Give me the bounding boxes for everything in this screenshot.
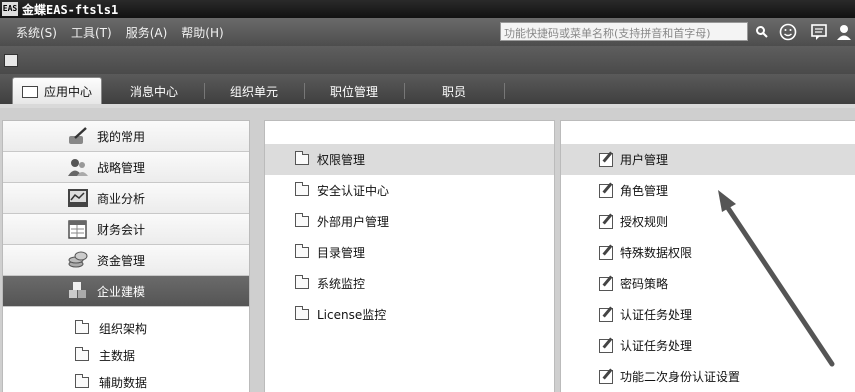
title-bar: EAS 金蝶EAS-ftsls1	[0, 0, 855, 18]
tab-divider	[204, 83, 205, 99]
toolbar	[0, 46, 855, 74]
list-icon	[21, 85, 38, 98]
message-icon[interactable]	[809, 22, 829, 42]
search-input[interactable]: 功能快捷码或菜单名称(支持拼音和首字母)	[500, 22, 748, 41]
user-service-icon[interactable]	[834, 22, 854, 42]
tab-label: 职位管理	[329, 84, 378, 99]
menu-tools[interactable]: 工具(T)	[71, 24, 112, 41]
tab-divider	[304, 83, 305, 99]
tab-app-center[interactable]: 应用中心	[12, 77, 102, 105]
tab-message-center[interactable]: 消息中心	[106, 78, 202, 104]
tab-divider	[504, 83, 505, 99]
tab-position-management[interactable]: 职位管理	[306, 78, 402, 104]
content-area: 我的常用 战略管理 商业分析 财务会计 资金管理 企业建模 组织架构 主数据 辅…	[0, 108, 855, 392]
window-title: 金蝶EAS-ftsls1	[22, 2, 119, 17]
search-icon[interactable]	[752, 22, 772, 42]
tab-label: 组织单元	[229, 84, 278, 99]
menu-help[interactable]: 帮助(H)	[181, 24, 223, 41]
tab-label: 应用中心	[43, 85, 92, 99]
tab-bar: 应用中心 消息中心 组织单元 职位管理 职员	[0, 74, 855, 105]
menu-bar: 系统(S) 工具(T) 服务(A) 帮助(H) 功能快捷码或菜单名称(支持拼音和…	[0, 18, 855, 46]
tab-label: 职员	[441, 84, 466, 99]
edit-icon[interactable]	[4, 54, 18, 67]
tab-label: 消息中心	[129, 84, 178, 99]
menu-system[interactable]: 系统(S)	[16, 24, 57, 41]
tab-employee[interactable]: 职员	[406, 78, 502, 104]
annotation-arrow	[718, 190, 835, 367]
smiley-icon[interactable]	[778, 22, 798, 42]
tab-org-unit[interactable]: 组织单元	[206, 78, 302, 104]
app-logo-icon: EAS	[2, 2, 18, 16]
tab-divider	[404, 83, 405, 99]
menu-service[interactable]: 服务(A)	[126, 24, 168, 41]
